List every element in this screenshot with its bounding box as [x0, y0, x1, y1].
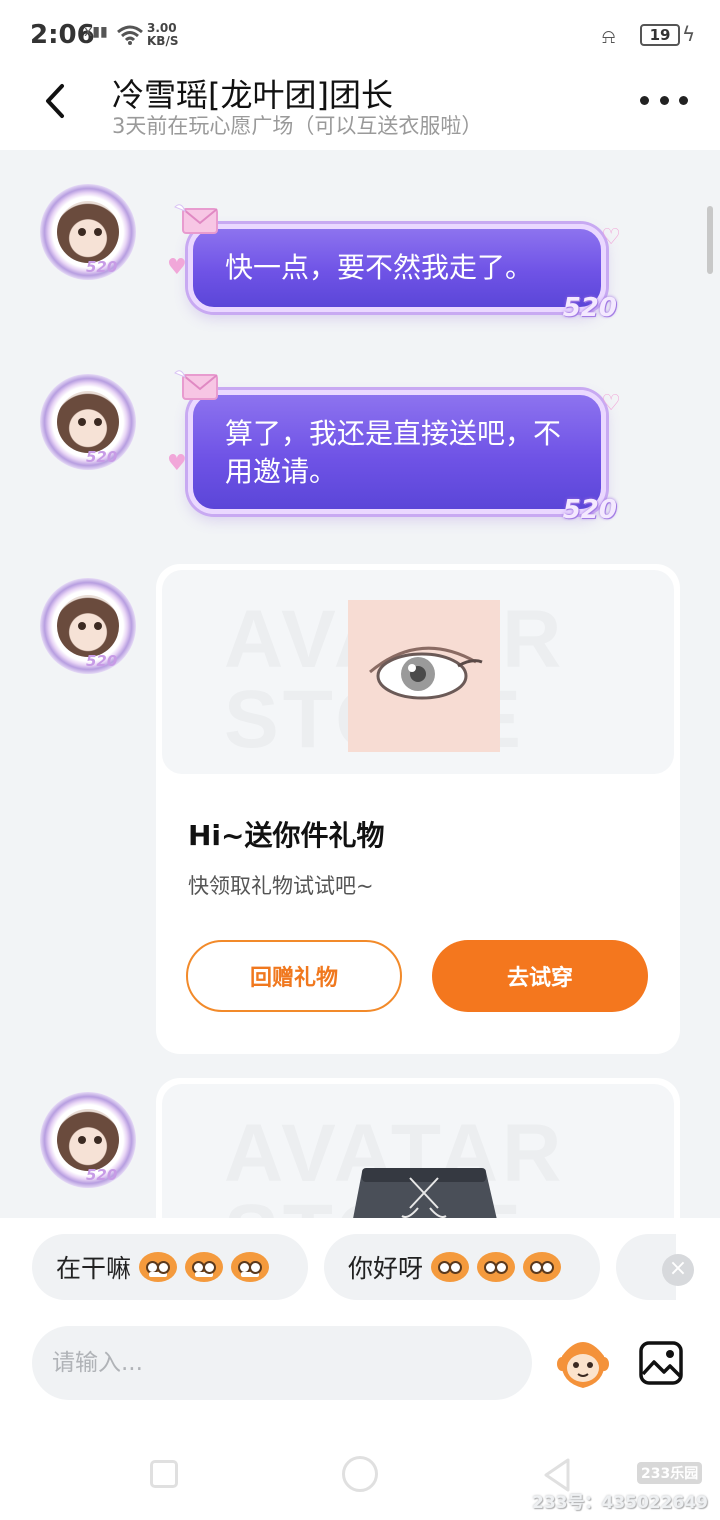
- try-on-button[interactable]: 去试穿: [432, 940, 648, 1012]
- message-bubble[interactable]: ♥ ♡ 算了，我还是直接送吧，不用邀请。 520: [167, 370, 621, 525]
- avatar[interactable]: 520: [40, 1092, 136, 1188]
- scrollbar[interactable]: [707, 206, 713, 274]
- vibrate-icon: ⍾: [602, 24, 616, 48]
- message-text: 算了，我还是直接送吧，不用邀请。: [225, 417, 562, 488]
- eye-makeup-icon: [369, 646, 483, 700]
- battery-level: 19: [649, 26, 671, 44]
- 520-badge: 520: [562, 293, 617, 323]
- avatar-image: [57, 595, 119, 657]
- avatar[interactable]: 520: [40, 578, 136, 674]
- gift-item-image[interactable]: [348, 600, 500, 752]
- avatar-image: [57, 391, 119, 453]
- gift-description: 快领取礼物试试吧~: [188, 874, 374, 898]
- back-button[interactable]: [34, 76, 78, 126]
- grinning-monkey-icon: [139, 1252, 178, 1282]
- quick-reply-chip[interactable]: 你好呀: [324, 1234, 600, 1300]
- avatar-image: [57, 1109, 119, 1171]
- gift-preview: AVATAR STORE: [162, 1084, 674, 1218]
- chevron-left-icon: [46, 84, 64, 118]
- envelope-icon: [174, 370, 218, 400]
- status-bar: 2:06 x▮▮ 3.00 KB/S ⍾ 19 ϟ: [0, 0, 720, 68]
- signal-icon: x▮▮: [84, 24, 108, 40]
- denim-shorts-icon: [353, 1168, 497, 1218]
- envelope-icon: [174, 204, 218, 234]
- more-dot-icon: [679, 95, 688, 105]
- avatar-frame-tag: 520: [86, 448, 118, 466]
- avatar-frame-tag: 520: [86, 1166, 118, 1184]
- network-speed-unit: KB/S: [147, 34, 179, 48]
- quick-reply-chip[interactable]: 在干嘛: [32, 1234, 308, 1300]
- heart-icon: ♡: [601, 391, 621, 416]
- no-signal-mark: x: [84, 24, 93, 40]
- smiling-monkey-icon: [431, 1252, 470, 1282]
- return-gift-button[interactable]: 回赠礼物: [186, 940, 402, 1012]
- battery-icon: 19: [640, 24, 680, 46]
- quick-reply-bar: 在干嘛 你好呀 ×: [0, 1218, 720, 1312]
- smiling-monkey-icon: [477, 1252, 516, 1282]
- emoji-mascot-button[interactable]: [554, 1332, 612, 1394]
- message-input-bar: [0, 1312, 720, 1422]
- image-picker-icon[interactable]: [638, 1340, 684, 1386]
- chat-message-list[interactable]: 520 ♥ ♡ 快一点，要不然我走了。 520 520 ♥ ♡ 算了，我还是直接…: [0, 150, 720, 1218]
- grinning-monkey-icon: [185, 1252, 224, 1282]
- avatar-frame-tag: 520: [86, 652, 118, 670]
- heart-icon: ♥: [167, 255, 187, 280]
- gift-card[interactable]: AVATAR STORE Hi~送你件礼物 快领取礼物试试吧~ 回赠礼物 去试穿: [156, 564, 680, 1054]
- network-speed: 3.00 KB/S: [147, 22, 178, 48]
- message-text: 快一点，要不然我走了。: [225, 251, 534, 284]
- gift-title: Hi~送你件礼物: [188, 819, 385, 852]
- avatar-image: [57, 201, 119, 263]
- user-id-watermark: 233号：435022649: [532, 1493, 708, 1513]
- grinning-monkey-icon: [231, 1252, 270, 1282]
- chat-header: 冷雪瑶[龙叶团]团长 3天前在玩心愿广场（可以互送衣服啦）: [0, 68, 720, 150]
- 520-badge: 520: [562, 495, 617, 525]
- charging-icon: ϟ: [682, 22, 696, 46]
- wifi-icon: [117, 25, 143, 45]
- more-options-button[interactable]: [640, 80, 688, 120]
- avatar-frame-tag: 520: [86, 258, 118, 276]
- system-nav-bar: 233乐园 233号：435022649: [0, 1422, 720, 1520]
- avatar[interactable]: 520: [40, 374, 136, 470]
- gift-preview: AVATAR STORE: [162, 570, 674, 774]
- 233-logo-watermark: 233乐园: [637, 1462, 703, 1484]
- smiling-monkey-icon: [523, 1252, 562, 1282]
- message-bubble[interactable]: ♥ ♡ 快一点，要不然我走了。 520: [167, 204, 621, 323]
- gift-card[interactable]: AVATAR STORE: [156, 1078, 680, 1218]
- more-dot-icon: [659, 95, 669, 105]
- heart-icon: ♥: [167, 451, 187, 476]
- message-input[interactable]: [32, 1326, 532, 1400]
- contact-status: 3天前在玩心愿广场（可以互送衣服啦）: [112, 114, 483, 138]
- close-quick-replies-button[interactable]: ×: [662, 1254, 694, 1286]
- more-dot-icon: [640, 95, 649, 105]
- recent-apps-button[interactable]: [150, 1460, 178, 1488]
- heart-icon: ♡: [601, 225, 621, 250]
- home-button[interactable]: [342, 1456, 378, 1492]
- quick-reply-label: 在干嘛: [56, 1254, 132, 1283]
- gift-item-image[interactable]: [348, 1158, 500, 1218]
- avatar[interactable]: 520: [40, 184, 136, 280]
- quick-reply-label: 你好呀: [348, 1254, 424, 1283]
